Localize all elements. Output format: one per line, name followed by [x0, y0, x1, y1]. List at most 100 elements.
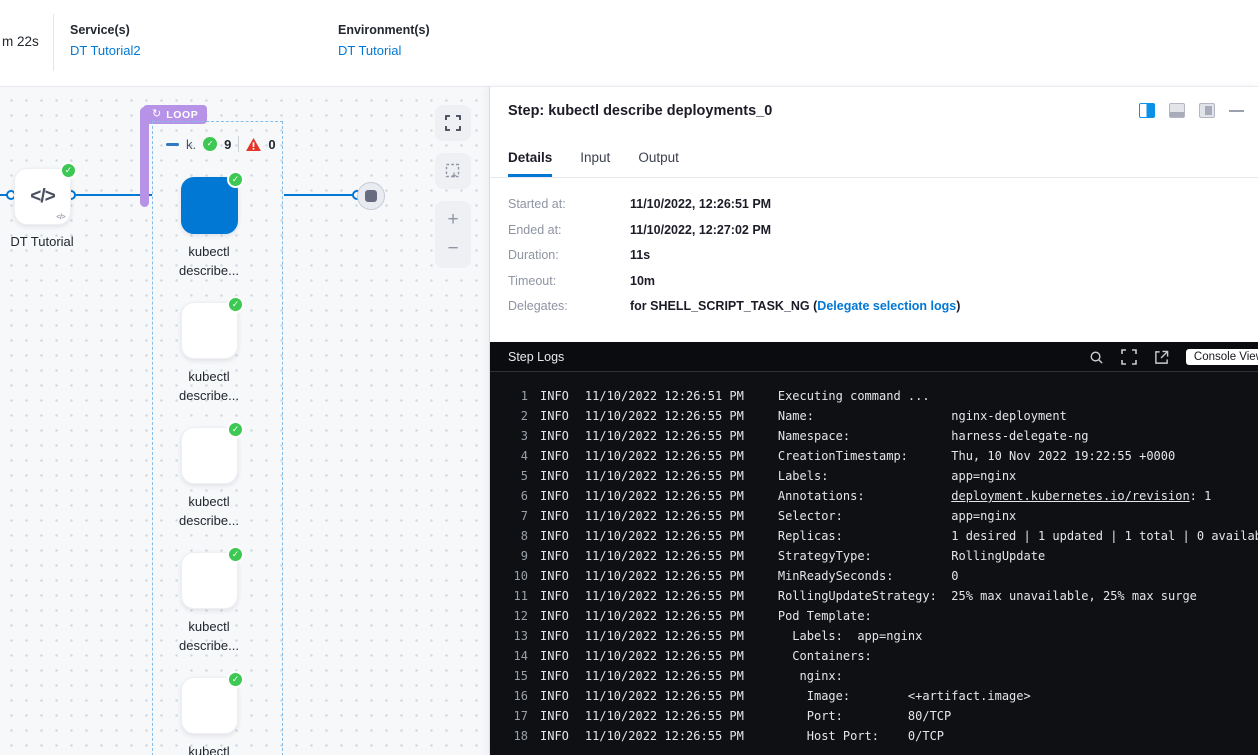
log-line: 18INFO11/10/2022 12:26:55 PM Host Port: …: [490, 726, 1258, 746]
environment-group: Environment(s) DT Tutorial: [338, 23, 430, 58]
right-view-icon[interactable]: [1199, 103, 1215, 118]
zoom-in-button[interactable]: +: [447, 211, 458, 229]
success-count-icon: ✓: [203, 137, 217, 151]
success-check-icon: ✓: [227, 171, 244, 188]
log-line: 10INFO11/10/2022 12:26:55 PMMinReadySeco…: [490, 566, 1258, 586]
service-link[interactable]: DT Tutorial2: [70, 43, 141, 58]
step-node-label: DT Tutorial: [0, 233, 94, 252]
log-message: Host Port: 0/TCP: [778, 726, 944, 746]
log-timestamp: 11/10/2022 12:26:55 PM: [585, 586, 744, 606]
tab-details[interactable]: Details: [508, 148, 552, 177]
log-line: 7INFO11/10/2022 12:26:55 PMSelector: app…: [490, 506, 1258, 526]
success-check-icon: ✓: [227, 296, 244, 313]
log-line-number: 8: [490, 526, 528, 546]
log-line: 11INFO11/10/2022 12:26:55 PMRollingUpdat…: [490, 586, 1258, 606]
field-label: Started at:: [508, 197, 630, 211]
log-level: INFO: [540, 646, 569, 666]
log-level: INFO: [540, 606, 569, 626]
log-line-number: 3: [490, 426, 528, 446]
log-level: INFO: [540, 686, 569, 706]
detail-field: Delegates:for SHELL_SCRIPT_TASK_NG (Dele…: [508, 299, 960, 313]
log-line-number: 12: [490, 606, 528, 626]
search-icon[interactable]: [1089, 350, 1104, 365]
success-check-icon: ✓: [227, 546, 244, 563]
step-node-kubectl-describe[interactable]: ✓: [181, 177, 238, 234]
log-line: 4INFO11/10/2022 12:26:55 PMCreationTimes…: [490, 446, 1258, 466]
code-icon: [182, 303, 237, 358]
log-line: 13INFO11/10/2022 12:26:55 PM Labels: app…: [490, 626, 1258, 646]
log-message: Annotations: deployment.kubernetes.io/re…: [778, 486, 1212, 506]
environment-link[interactable]: DT Tutorial: [338, 43, 430, 58]
split-right-view-icon[interactable]: [1139, 103, 1155, 118]
code-icon: [182, 678, 237, 733]
console-view-button[interactable]: Console View: [1186, 349, 1258, 365]
log-level: INFO: [540, 486, 569, 506]
field-value: 11/10/2022, 12:27:02 PM: [630, 223, 771, 237]
pipeline-end-node[interactable]: [357, 182, 385, 210]
log-level: INFO: [540, 426, 569, 446]
detail-field: Started at:11/10/2022, 12:26:51 PM: [508, 197, 960, 211]
step-title: Step: kubectl describe deployments_0: [508, 103, 772, 119]
topbar-divider: [53, 14, 54, 71]
detail-field: Duration:11s: [508, 248, 960, 262]
log-line: 8INFO11/10/2022 12:26:55 PMReplicas: 1 d…: [490, 526, 1258, 546]
field-label: Duration:: [508, 248, 630, 262]
field-label: Delegates:: [508, 299, 630, 313]
log-message: Selector: app=nginx: [778, 506, 1016, 526]
log-level: INFO: [540, 706, 569, 726]
field-label: Ended at:: [508, 223, 630, 237]
logs-scroll-area[interactable]: 1INFO11/10/2022 12:26:51 PMExecuting com…: [490, 372, 1258, 755]
marquee-select-button[interactable]: [435, 153, 471, 189]
step-node-kubectl-describe[interactable]: ✓: [181, 677, 238, 734]
log-timestamp: 11/10/2022 12:26:51 PM: [585, 386, 744, 406]
elapsed-time: m 22s: [2, 34, 39, 49]
bottom-view-icon[interactable]: [1169, 103, 1185, 118]
collapse-minus-icon[interactable]: [166, 143, 179, 146]
fit-to-screen-button[interactable]: [435, 105, 471, 141]
step-node-label: kubectl describe...: [157, 368, 261, 406]
top-bar: m 22s Service(s) DT Tutorial2 Environmen…: [0, 0, 1258, 86]
step-node-dt-tutorial[interactable]: </> </> ✓: [14, 168, 71, 225]
log-message: nginx:: [778, 666, 843, 686]
log-message: Containers:: [778, 646, 872, 666]
detail-field: Ended at:11/10/2022, 12:27:02 PM: [508, 223, 960, 237]
annotation-revision-link[interactable]: deployment.kubernetes.io/revision: [951, 489, 1189, 503]
open-new-tab-icon[interactable]: [1154, 350, 1169, 365]
log-timestamp: 11/10/2022 12:26:55 PM: [585, 666, 744, 686]
log-line: 16INFO11/10/2022 12:26:55 PM Image: <+ar…: [490, 686, 1258, 706]
step-node-kubectl-describe[interactable]: ✓: [181, 427, 238, 484]
log-timestamp: 11/10/2022 12:26:55 PM: [585, 546, 744, 566]
log-level: INFO: [540, 626, 569, 646]
log-message: MinReadySeconds: 0: [778, 566, 959, 586]
pipeline-canvas[interactable]: </> </> ✓ DT Tutorial ↻ LOOP k. ✓ 9 0 ✓k…: [0, 86, 490, 755]
log-level: INFO: [540, 726, 569, 746]
log-message: Replicas: 1 desired | 1 updated | 1 tota…: [778, 526, 1258, 546]
log-line-number: 6: [490, 486, 528, 506]
tab-input[interactable]: Input: [580, 148, 610, 177]
tab-output[interactable]: Output: [638, 148, 679, 177]
step-node-kubectl-describe[interactable]: ✓: [181, 552, 238, 609]
zoom-out-button[interactable]: −: [447, 240, 458, 258]
log-line: 3INFO11/10/2022 12:26:55 PMNamespace: ha…: [490, 426, 1258, 446]
code-icon: [182, 178, 237, 233]
field-label: Timeout:: [508, 274, 630, 288]
log-level: INFO: [540, 566, 569, 586]
field-value: 11/10/2022, 12:26:51 PM: [630, 197, 771, 211]
step-logs-header: Step Logs Console View: [490, 342, 1258, 372]
zoom-controls: + −: [435, 201, 471, 268]
expand-logs-icon[interactable]: [1121, 349, 1137, 365]
delegate-selection-logs-link[interactable]: Delegate selection logs: [817, 299, 956, 313]
log-line-number: 17: [490, 706, 528, 726]
log-line-number: 9: [490, 546, 528, 566]
success-check-icon: ✓: [227, 421, 244, 438]
step-node-label: kubectl describe...: [157, 743, 261, 755]
step-logs-panel: Step Logs Console View 1INFO11/10/2022 1…: [490, 342, 1258, 755]
log-line: 5INFO11/10/2022 12:26:55 PMLabels: app=n…: [490, 466, 1258, 486]
log-timestamp: 11/10/2022 12:26:55 PM: [585, 426, 744, 446]
success-check-icon: ✓: [227, 671, 244, 688]
log-line-number: 11: [490, 586, 528, 606]
log-level: INFO: [540, 666, 569, 686]
minimize-icon[interactable]: [1229, 110, 1244, 112]
step-node-kubectl-describe[interactable]: ✓: [181, 302, 238, 359]
field-value: for SHELL_SCRIPT_TASK_NG (Delegate selec…: [630, 299, 960, 313]
